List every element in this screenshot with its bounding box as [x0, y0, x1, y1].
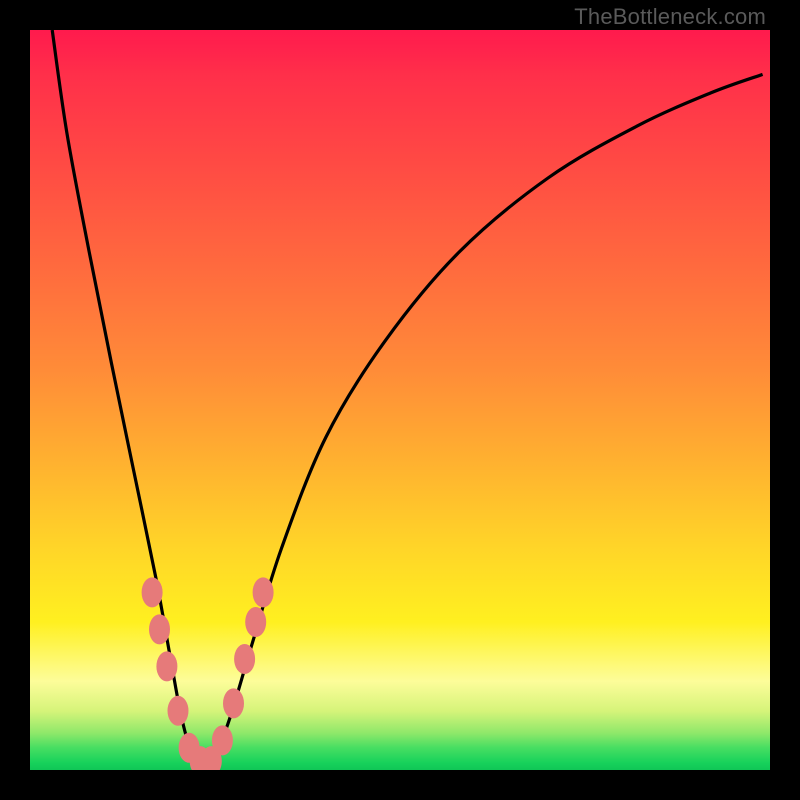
marker-dot	[156, 651, 177, 681]
marker-dot	[168, 696, 189, 726]
marker-dot	[245, 607, 266, 637]
plot-area	[30, 30, 770, 770]
marker-dot	[142, 577, 163, 607]
marker-dot	[234, 644, 255, 674]
chart-frame: TheBottleneck.com	[0, 0, 800, 800]
marker-dot	[253, 577, 274, 607]
watermark-text: TheBottleneck.com	[574, 4, 766, 30]
marker-dot	[223, 688, 244, 718]
marker-dot	[149, 614, 170, 644]
chart-svg	[30, 30, 770, 770]
bottleneck-curve	[52, 30, 762, 763]
marker-dot	[212, 725, 233, 755]
